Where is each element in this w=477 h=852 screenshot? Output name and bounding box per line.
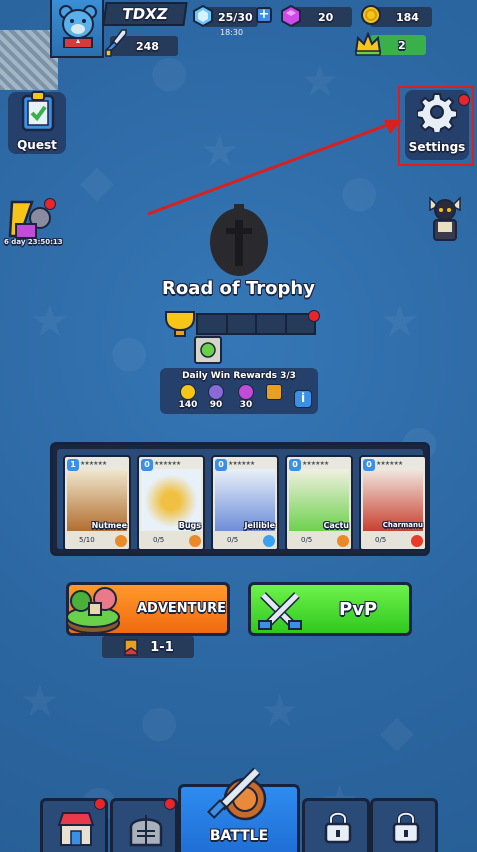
trophy-progress-bar [196, 313, 316, 335]
element-icon [189, 535, 201, 547]
knight-helmet-icon [129, 815, 163, 847]
reward-power: 90 [204, 384, 228, 410]
card-name: Cactu [323, 521, 349, 530]
card-progress-value: 0/5 [153, 536, 165, 544]
coin-icon [361, 5, 381, 25]
star-icon [238, 384, 254, 400]
avatar[interactable] [50, 0, 104, 58]
pvp-button[interactable]: PvP [248, 582, 412, 636]
battle-sword-shield-icon [207, 767, 267, 821]
daily-win-title: Daily Win Rewards 3/3 [182, 371, 296, 381]
bear-icon [59, 5, 97, 48]
element-icon [337, 535, 349, 547]
card-level: 0 [215, 459, 227, 471]
quest-button[interactable]: Quest [8, 91, 66, 154]
energy-timer: 18:30 [220, 28, 244, 37]
road-notification-dot [308, 310, 320, 322]
card-bugs[interactable]: 0 ★★★★★★ Bugs 0/5 [137, 455, 205, 551]
card-level: 1 [67, 459, 79, 471]
card-level: 0 [363, 459, 375, 471]
pvp-label: PvP [339, 599, 378, 620]
deck-panel: 1 ★★★★★★ Nutmee 5/10 0 ★★★★★★ Bugs 0/5 0… [50, 442, 430, 556]
adventure-label: ADVENTURE [137, 601, 226, 616]
settings-notification-dot [458, 94, 470, 106]
crossed-swords-icon [258, 592, 302, 630]
annotation-arrow [147, 120, 402, 216]
gear-icon [417, 93, 457, 132]
card-stars: ★★★★★★ [228, 460, 255, 467]
settings-label: Settings [408, 140, 466, 154]
card-level: 0 [289, 459, 301, 471]
element-icon [411, 535, 423, 547]
card-progress-value: 0/5 [227, 536, 239, 544]
battle-label: BATTLE [209, 828, 269, 844]
gem-value: 20 [318, 10, 334, 24]
card-cactu[interactable]: 0 ★★★★★★ Cactu 0/5 [285, 455, 353, 551]
lock-icon [324, 811, 352, 844]
chest-icon [266, 384, 282, 400]
card-stars: ★★★★★★ [80, 460, 107, 467]
crown-value: 2 [398, 38, 406, 52]
reward-star: 30 [234, 384, 258, 410]
adventure-button[interactable]: ADVENTURE [66, 582, 230, 636]
road-of-trophy-title: Road of Trophy [162, 278, 315, 299]
sword-icon [105, 29, 127, 57]
stage-label: 1-1 [150, 639, 174, 655]
card-stars: ★★★★★★ [302, 460, 329, 467]
player-name[interactable]: TDXZ [102, 2, 188, 26]
energy-gem-icon [193, 5, 213, 27]
event-notification-dot [44, 198, 56, 210]
power-icon [208, 384, 224, 400]
quest-label: Quest [17, 138, 57, 152]
card-progress-value: 0/5 [301, 536, 313, 544]
shop-notification-dot [94, 798, 106, 810]
card-nutmee[interactable]: 1 ★★★★★★ Nutmee 5/10 [63, 455, 131, 551]
stage-banner-icon [124, 639, 138, 656]
crown-icon [354, 32, 382, 56]
card-progress-value: 0/5 [375, 536, 387, 544]
road-shield-icon[interactable] [208, 202, 270, 280]
lock-icon [392, 811, 420, 844]
nav-battle[interactable]: BATTLE [178, 767, 300, 852]
nav-locked-2[interactable] [370, 798, 438, 852]
knight-character-icon[interactable] [424, 190, 466, 246]
energy-value: 25/30 [218, 10, 253, 24]
coin-icon [180, 384, 196, 400]
coin-value: 184 [396, 10, 419, 24]
card-stars: ★★★★★★ [154, 460, 181, 467]
quest-clipboard-icon [21, 91, 55, 132]
shop-icon [57, 812, 95, 846]
reward-chest-icon[interactable] [194, 336, 222, 364]
info-button[interactable]: i [294, 390, 312, 408]
element-icon [115, 535, 127, 547]
card-name: Charmanu [382, 521, 423, 529]
stage-indicator: 1-1 [102, 636, 194, 658]
card-level: 0 [141, 459, 153, 471]
reward-chest [262, 384, 286, 400]
element-icon [263, 535, 275, 547]
power-label: 248 [136, 39, 159, 53]
card-name: Nutmee [91, 521, 127, 530]
reward-value: 140 [178, 400, 198, 410]
card-progress-value: 5/10 [79, 536, 95, 544]
card-charmanu[interactable]: 0 ★★★★★★ Charmanu 0/5 [359, 455, 427, 551]
card-name: Bugs [178, 521, 201, 530]
purple-gem-icon [281, 5, 301, 27]
reward-value: 30 [239, 400, 253, 410]
daily-win-rewards-panel: Daily Win Rewards 3/3 140 90 30 i [160, 368, 318, 414]
add-energy-button[interactable]: + [256, 7, 272, 23]
event-timer: 6 day 23:50:13 [4, 238, 63, 246]
card-stars: ★★★★★★ [376, 460, 403, 467]
nav-locked-1[interactable] [302, 798, 370, 852]
reward-coin: 140 [176, 384, 200, 410]
card-jellible[interactable]: 0 ★★★★★★ Jellible 0/5 [211, 455, 279, 551]
card-name: Jellible [244, 521, 275, 530]
adventure-island-icon [66, 587, 120, 634]
heroes-notification-dot [164, 798, 176, 810]
reward-value: 90 [209, 400, 223, 410]
trophy-cup-icon [165, 311, 195, 337]
